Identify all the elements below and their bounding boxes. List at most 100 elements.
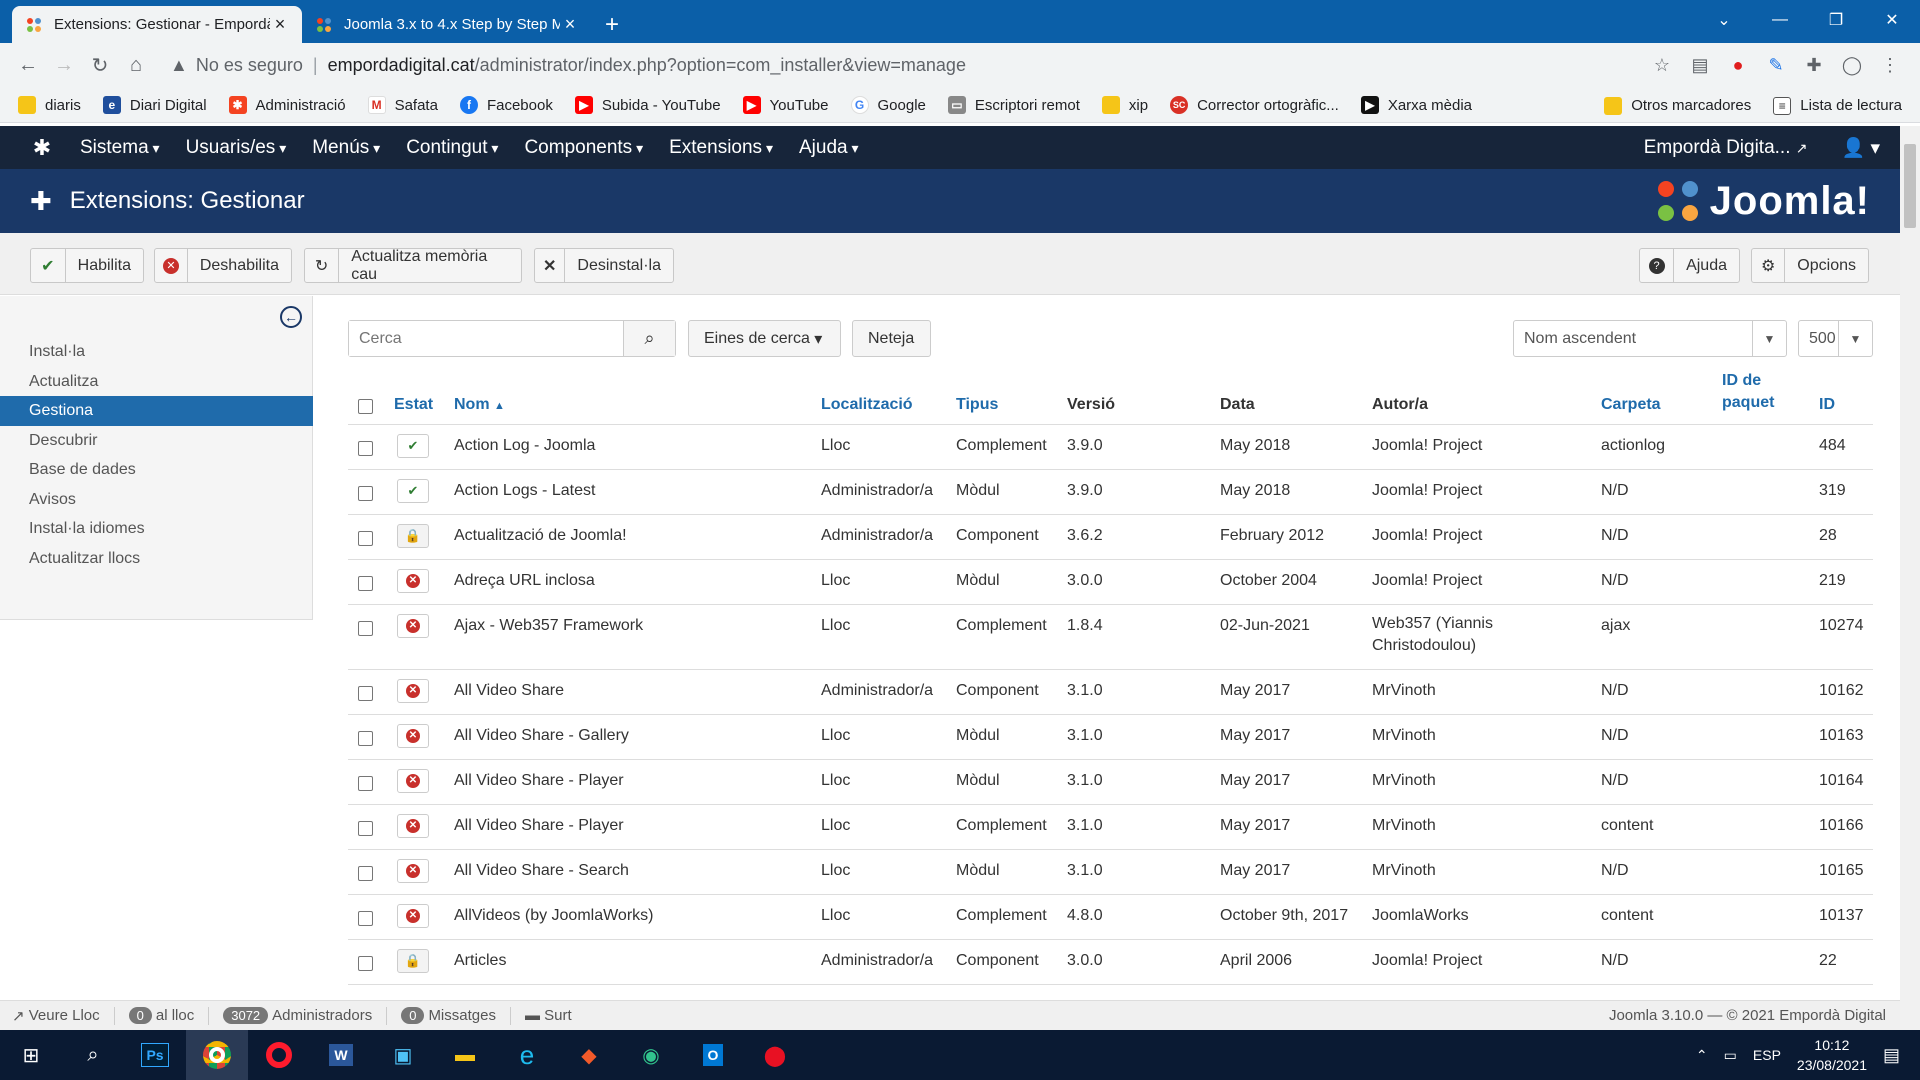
view-site-link[interactable]: ↗ Veure Lloc — [12, 1007, 100, 1025]
search-icon[interactable]: ⌕ — [62, 1030, 124, 1080]
disabled-status-icon[interactable]: ✕ — [397, 569, 429, 593]
extension-icon[interactable]: ▤ — [1688, 54, 1712, 78]
menu-extensions[interactable]: Extensions — [669, 137, 773, 159]
notifications-icon[interactable]: ▤ — [1883, 1045, 1900, 1066]
select-all-checkbox[interactable] — [358, 399, 373, 414]
outlook-icon[interactable]: O — [682, 1030, 744, 1080]
row-checkbox[interactable] — [358, 486, 373, 501]
limit-select[interactable]: 500 ▼ — [1798, 320, 1873, 357]
opera-icon[interactable] — [248, 1030, 310, 1080]
row-checkbox[interactable] — [358, 776, 373, 791]
reload-icon[interactable]: ↻ — [82, 48, 118, 84]
disable-button[interactable]: ✕ Deshabilita — [154, 248, 292, 283]
maximize-icon[interactable]: ❐ — [1808, 0, 1864, 40]
row-checkbox[interactable] — [358, 821, 373, 836]
star-icon[interactable]: ☆ — [1650, 54, 1674, 78]
col-location[interactable]: Localització — [821, 396, 913, 414]
close-tab-icon[interactable]: × — [270, 14, 290, 35]
sidebar-item-install-languages[interactable]: Instal·la idiomes — [0, 514, 313, 544]
search-input[interactable] — [349, 321, 623, 356]
menu-dots-icon[interactable]: ⋮ — [1878, 54, 1902, 78]
search-tools-button[interactable]: Eines de cerca ▾ — [688, 320, 841, 357]
disabled-status-icon[interactable]: ✕ — [397, 859, 429, 883]
scrollbar-thumb[interactable] — [1904, 144, 1916, 228]
col-name[interactable]: Nom ▲ — [454, 396, 505, 414]
sidebar-item-install[interactable]: Instal·la — [0, 337, 313, 367]
uninstall-button[interactable]: ✕ Desinstal·la — [534, 248, 674, 283]
site-link[interactable]: Empordà Digita... ↗ — [1644, 137, 1808, 159]
browser-tab-active[interactable]: Extensions: Gestionar - Empordà × — [12, 6, 302, 43]
col-package-id[interactable]: ID de paquet — [1722, 370, 1774, 414]
profile-menu-icon[interactable]: ⌄ — [1696, 0, 1752, 40]
help-button[interactable]: ? Ajuda — [1639, 248, 1740, 283]
photoshop-icon[interactable]: Ps — [124, 1030, 186, 1080]
app-red-icon[interactable]: ◆ — [558, 1030, 620, 1080]
disabled-status-icon[interactable]: ✕ — [397, 904, 429, 928]
bookmark-corrector[interactable]: SC Corrector ortogràfic... — [1170, 96, 1339, 114]
menu-ajuda[interactable]: Ajuda — [799, 137, 859, 159]
row-checkbox[interactable] — [358, 686, 373, 701]
browser-tab[interactable]: Joomla 3.x to 4.x Step by Step M × — [302, 6, 592, 43]
menu-contingut[interactable]: Contingut — [406, 137, 498, 159]
collapse-sidebar-icon[interactable]: ← — [280, 306, 302, 328]
logout-link[interactable]: ▬ Surt — [525, 1007, 572, 1024]
disabled-status-icon[interactable]: ✕ — [397, 679, 429, 703]
file-explorer-icon[interactable]: ▬ — [434, 1030, 496, 1080]
row-checkbox[interactable] — [358, 531, 373, 546]
sidebar-item-warnings[interactable]: Avisos — [0, 485, 313, 515]
chevron-up-icon[interactable]: ⌃ — [1696, 1047, 1708, 1064]
home-icon[interactable]: ⌂ — [118, 48, 154, 84]
sidebar-item-database[interactable]: Base de dades — [0, 455, 313, 485]
forward-icon[interactable]: → — [46, 48, 82, 84]
sidebar-item-discover[interactable]: Descubrir — [0, 426, 313, 456]
bookmark-safata[interactable]: M Safata — [367, 96, 438, 114]
visitors-indicator[interactable]: 0 al lloc — [128, 1007, 194, 1024]
extension-red-icon[interactable]: ● — [1726, 54, 1750, 78]
clear-button[interactable]: Neteja — [852, 320, 931, 357]
url-field[interactable]: ▲ No es seguro | empordadigital.cat /adm… — [162, 47, 1642, 84]
page-scrollbar[interactable] — [1900, 126, 1920, 1030]
row-checkbox[interactable] — [358, 866, 373, 881]
bookmark-otros-marcadores[interactable]: Otros marcadores — [1604, 96, 1751, 115]
sort-select[interactable]: Nom ascendent ▼ — [1513, 320, 1787, 357]
minimize-icon[interactable]: — — [1752, 0, 1808, 40]
enable-button[interactable]: ✔ Habilita — [30, 248, 144, 283]
disabled-status-icon[interactable]: ✕ — [397, 724, 429, 748]
reading-list[interactable]: ≡ Lista de lectura — [1773, 96, 1902, 115]
bookmark-subida-youtube[interactable]: ▶ Subida - YouTube — [574, 96, 721, 114]
disabled-status-icon[interactable]: ✕ — [397, 769, 429, 793]
refresh-cache-button[interactable]: ↻ Actualitza memòria cau — [304, 248, 522, 283]
sidebar-item-manage[interactable]: Gestiona — [0, 396, 313, 426]
close-window-icon[interactable]: ✕ — [1864, 0, 1920, 40]
bookmark-xip[interactable]: xip — [1101, 96, 1148, 114]
internet-explorer-icon[interactable]: e — [496, 1030, 558, 1080]
col-id[interactable]: ID — [1819, 396, 1835, 414]
bookmark-youtube[interactable]: ▶ YouTube — [742, 96, 829, 114]
row-checkbox[interactable] — [358, 956, 373, 971]
close-tab-icon[interactable]: × — [560, 14, 580, 35]
chrome-icon[interactable] — [186, 1030, 248, 1080]
menu-usuaris[interactable]: Usuaris/es — [186, 137, 287, 159]
messages-indicator[interactable]: 0 Missatges — [401, 1007, 496, 1024]
menu-components[interactable]: Components — [524, 137, 643, 159]
user-menu-icon[interactable]: 👤 ▾ — [1842, 136, 1880, 160]
search-icon[interactable]: ⌕ — [623, 321, 675, 356]
language-indicator[interactable]: ESP — [1753, 1047, 1781, 1063]
enabled-status-icon[interactable]: ✔ — [397, 479, 429, 503]
word-icon[interactable]: W — [310, 1030, 372, 1080]
avatar[interactable]: ◯ — [1840, 54, 1864, 78]
row-checkbox[interactable] — [358, 911, 373, 926]
options-button[interactable]: ⚙ Opcions — [1751, 248, 1869, 283]
row-checkbox[interactable] — [358, 621, 373, 636]
sidebar-item-update[interactable]: Actualitza — [0, 367, 313, 397]
menu-sistema[interactable]: Sistema — [80, 137, 160, 159]
bookmark-administracio[interactable]: ✱ Administració — [228, 96, 346, 114]
row-checkbox[interactable] — [358, 441, 373, 456]
remote-icon[interactable]: ▣ — [372, 1030, 434, 1080]
menu-menus[interactable]: Menús — [312, 137, 380, 159]
disabled-status-icon[interactable]: ✕ — [397, 814, 429, 838]
back-icon[interactable]: ← — [10, 48, 46, 84]
bookmark-diaris[interactable]: diaris — [18, 96, 81, 114]
sidebar-item-update-sites[interactable]: Actualitzar llocs — [0, 544, 313, 574]
extension-pen-icon[interactable]: ✎ — [1764, 54, 1788, 78]
